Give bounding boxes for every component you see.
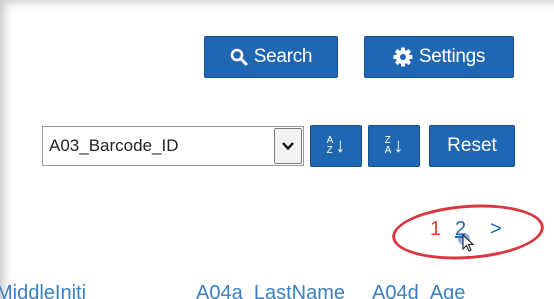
search-button-label: Search xyxy=(253,46,313,67)
column-header-middle-initial[interactable]: MiddleIniti xyxy=(0,282,86,299)
sort-descending-icon: Z A ↓ xyxy=(384,134,404,157)
sort-field-value: A03_Barcode_ID xyxy=(49,136,179,155)
search-icon xyxy=(230,48,248,66)
settings-button-label: Settings xyxy=(418,46,486,67)
sort-field-select[interactable]: A03_Barcode_ID xyxy=(42,126,304,166)
table-header-row: MiddleIniti A04a_LastName A04d_Age xyxy=(0,278,554,299)
sort-asc-bottom-letter: Z xyxy=(326,145,333,156)
column-header-age[interactable]: A04d_Age xyxy=(372,282,465,299)
page-current: 1 xyxy=(430,218,442,240)
reset-button[interactable]: Reset xyxy=(429,125,515,167)
sort-ascending-button[interactable]: A Z ↓ xyxy=(310,125,362,167)
search-button[interactable]: Search xyxy=(204,36,338,78)
sort-desc-bottom-letter: A xyxy=(384,145,392,156)
chevron-down-icon[interactable] xyxy=(274,128,302,164)
mouse-pointer-icon xyxy=(458,232,480,261)
column-header-last-name[interactable]: A04a_LastName xyxy=(196,282,345,299)
sort-ascending-icon: A Z ↓ xyxy=(326,134,346,157)
settings-button[interactable]: Settings xyxy=(364,36,514,78)
reset-button-label: Reset xyxy=(447,135,497,156)
gear-icon xyxy=(393,47,413,67)
page-next-link[interactable]: > xyxy=(490,218,502,241)
sort-descending-button[interactable]: Z A ↓ xyxy=(368,125,420,167)
